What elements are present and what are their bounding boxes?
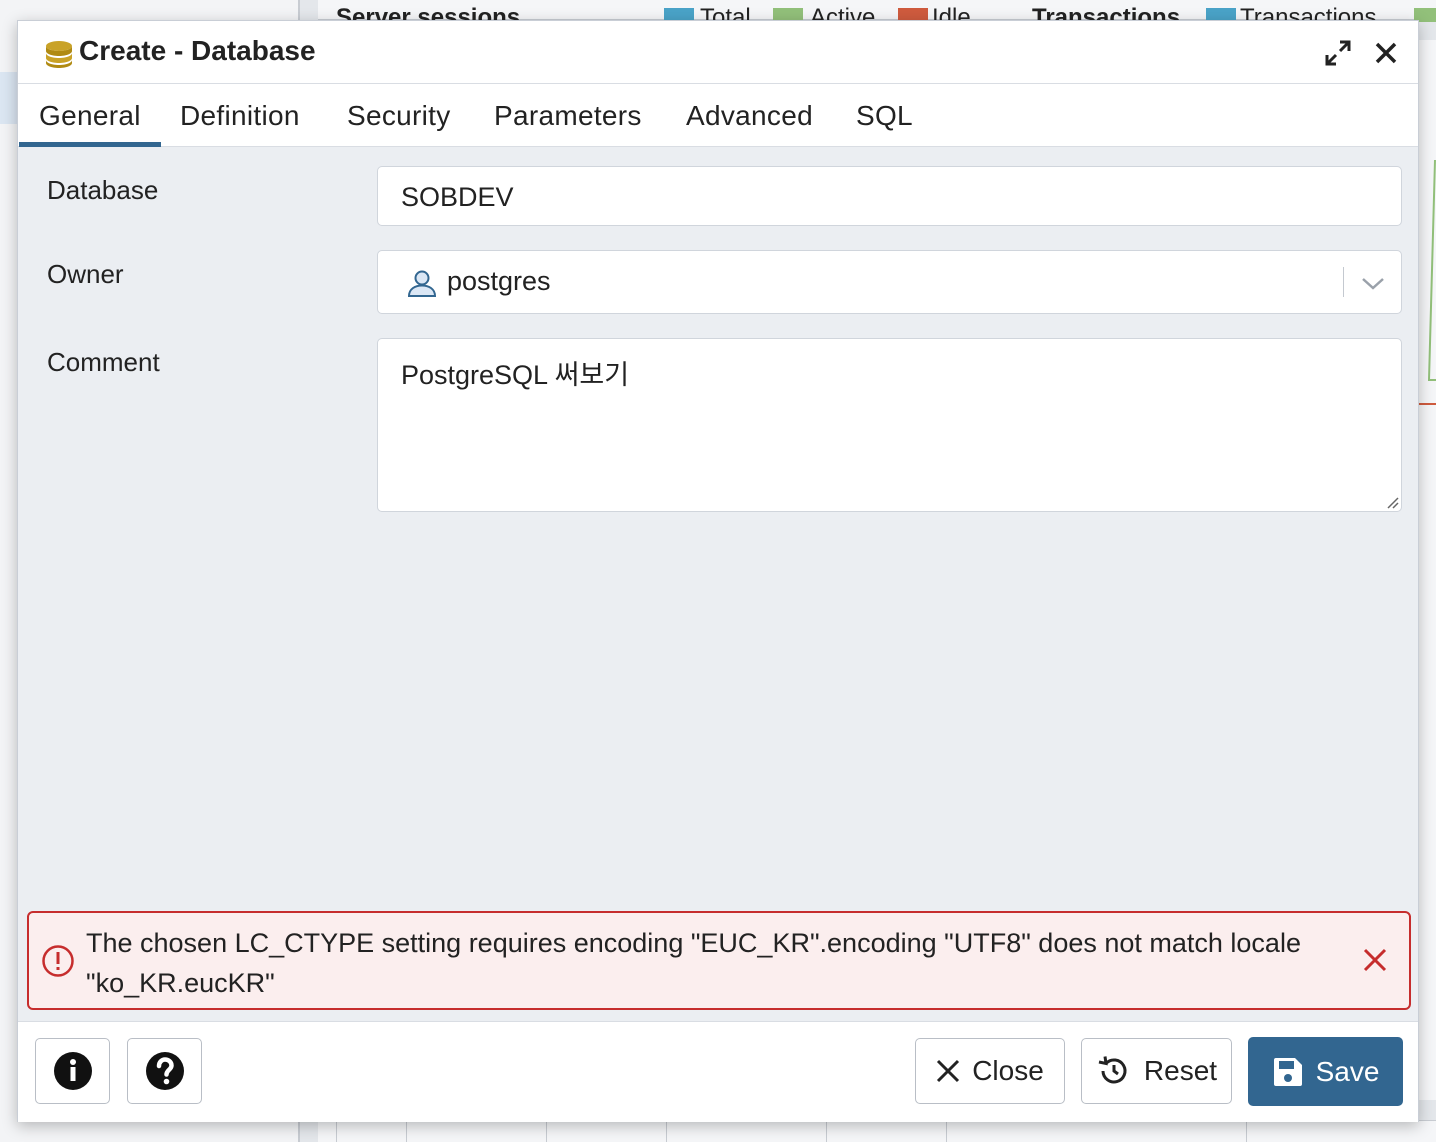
close-button-label: Close [972, 1055, 1044, 1086]
expand-icon [1325, 40, 1351, 66]
comment-textarea[interactable]: PostgreSQL 써보기 [377, 338, 1402, 512]
chevron-down-icon[interactable] [1359, 269, 1387, 297]
legend-idle: Idle [932, 4, 971, 20]
grid-line [546, 1120, 547, 1142]
maximize-button[interactable] [1322, 37, 1354, 69]
tab-sql[interactable]: SQL [836, 84, 933, 147]
grid-line [666, 1120, 667, 1142]
owner-select[interactable]: postgres [377, 250, 1402, 314]
comment-label: Comment [47, 347, 160, 377]
grid-line [336, 1120, 337, 1142]
save-button-label: Save [1315, 1055, 1380, 1087]
dialog-titlebar[interactable]: Create - Database [18, 21, 1418, 84]
sessions-chart-title: Server sessions [336, 4, 521, 20]
chart-edge [1418, 40, 1436, 1100]
close-button[interactable]: Close [915, 1038, 1065, 1104]
save-button[interactable]: Save [1248, 1037, 1403, 1106]
info-icon [53, 1052, 92, 1090]
legend-transactions: Transactions [1240, 4, 1377, 20]
error-banner: The chosen LC_CTYPE setting requires enc… [27, 911, 1411, 1010]
error-icon [42, 945, 74, 977]
dialog-footer: Close Reset Save [18, 1021, 1418, 1122]
dismiss-error-icon[interactable] [1361, 946, 1389, 974]
database-name-value: SOBDEV [401, 182, 514, 212]
error-message: The chosen LC_CTYPE setting requires enc… [86, 928, 1301, 998]
chart-line-fragment [1419, 159, 1436, 405]
legend-active: Active [810, 4, 876, 20]
grid-line [946, 1120, 947, 1142]
select-divider [1343, 267, 1344, 297]
close-icon [1375, 42, 1397, 64]
tab-bar: General Definition Security Parameters A… [18, 84, 1418, 147]
database-icon [46, 41, 72, 68]
save-icon [1273, 1057, 1302, 1086]
close-dialog-button[interactable] [1370, 37, 1402, 69]
dashboard-header: Server sessions Total Active Idle Transa… [318, 0, 1436, 22]
reset-button-label: Reset [1143, 1055, 1218, 1086]
tab-parameters[interactable]: Parameters [474, 84, 662, 147]
grid-line [406, 1120, 407, 1142]
owner-value: postgres [447, 266, 551, 296]
transactions-chart-title: Transactions [1032, 4, 1181, 20]
grid-line [826, 1120, 827, 1142]
reset-icon [1098, 1056, 1127, 1084]
dialog-title: Create - Database [79, 35, 316, 66]
database-name-input[interactable]: SOBDEV [377, 166, 1402, 226]
tab-general[interactable]: General [19, 84, 161, 147]
comment-value: PostgreSQL 써보기 [401, 360, 630, 390]
help-button[interactable] [127, 1038, 202, 1104]
help-icon [145, 1052, 184, 1090]
reset-button[interactable]: Reset [1081, 1038, 1232, 1104]
owner-label: Owner [47, 259, 124, 289]
legend-total: Total [700, 4, 751, 20]
dashboard-footer [318, 1120, 1436, 1142]
tab-security[interactable]: Security [327, 84, 471, 147]
tab-definition[interactable]: Definition [160, 84, 320, 147]
user-icon [407, 270, 437, 297]
resize-handle-icon[interactable] [1385, 495, 1399, 509]
database-label: Database [47, 175, 159, 205]
create-database-dialog: Create - Database General Definition Sec… [17, 20, 1419, 1122]
close-x-icon [937, 1059, 960, 1083]
grid-line [1246, 1120, 1247, 1142]
tab-advanced[interactable]: Advanced [666, 84, 833, 147]
info-button[interactable] [35, 1038, 110, 1104]
